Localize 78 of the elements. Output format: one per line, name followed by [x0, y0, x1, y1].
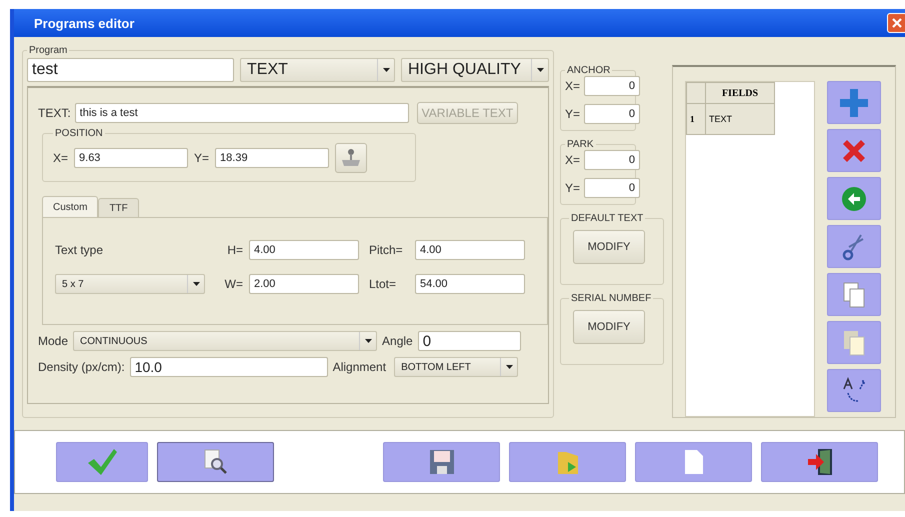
x-label: X=	[53, 151, 68, 165]
group-label: POSITION	[54, 128, 104, 139]
copy-icon	[842, 280, 866, 308]
angle-field[interactable]: 0	[418, 331, 521, 351]
quality-dropdown[interactable]: HIGH QUALITY	[401, 58, 549, 82]
table-cell[interactable]: TEXT	[706, 104, 774, 134]
magnifier-icon	[202, 448, 228, 476]
w-field[interactable]: 2.00	[249, 274, 359, 294]
y-field[interactable]: 18.39	[215, 148, 330, 168]
open-button[interactable]	[509, 442, 626, 482]
pitch-label: Pitch=	[369, 243, 404, 257]
floppy-icon	[428, 448, 456, 476]
back-button[interactable]	[827, 177, 881, 220]
density-field[interactable]: 10.0	[130, 357, 328, 377]
row-number: 1	[686, 104, 706, 134]
x-label: X=	[565, 153, 580, 167]
window-title: Programs editor	[34, 16, 134, 30]
y-label: Y=	[565, 181, 580, 195]
tab[interactable]: Custom	[42, 196, 98, 217]
paste-icon	[842, 328, 866, 356]
joystick-button[interactable]	[335, 143, 368, 173]
text-type-label: Text type	[55, 243, 104, 257]
group-label: PARK	[566, 139, 594, 150]
cut-button[interactable]	[827, 225, 881, 268]
group-label: DEFAULT TEXT	[570, 213, 644, 224]
exit-door-icon	[806, 447, 834, 477]
caret-icon	[536, 68, 544, 72]
group-label: Program	[28, 45, 68, 56]
caret-icon	[364, 339, 372, 343]
save-button[interactable]	[383, 442, 500, 482]
column-header: FIELDS	[706, 82, 774, 104]
x-field[interactable]: 0	[584, 150, 640, 170]
delete-button[interactable]	[827, 129, 881, 172]
caret-icon	[192, 282, 200, 286]
mode-label: Mode	[38, 334, 68, 348]
caret-icon	[382, 68, 390, 72]
x-field[interactable]: 9.63	[74, 148, 188, 168]
modify-button[interactable]: MODIFY	[573, 310, 645, 344]
new-button[interactable]	[635, 442, 752, 482]
preview-button[interactable]	[157, 442, 274, 482]
text-type-dropdown[interactable]: 5 x 7	[55, 274, 205, 294]
mode-dropdown[interactable]: CONTINUOUS	[73, 331, 378, 351]
type-dropdown[interactable]: TEXT	[240, 58, 395, 82]
x-label: X=	[565, 79, 580, 93]
ltot-label: Ltot=	[369, 277, 398, 291]
exit-button[interactable]	[761, 442, 878, 482]
h-label: H=	[226, 243, 243, 257]
y-label: Y=	[194, 151, 210, 165]
text-label: TEXT:	[38, 106, 71, 120]
joystick-icon	[340, 148, 362, 168]
add-button[interactable]	[827, 81, 881, 124]
tab[interactable]: TTF	[98, 198, 139, 217]
alignment-label: Alignment	[332, 360, 386, 374]
group-label: SERIAL NUMBEF	[570, 293, 652, 304]
text-field[interactable]: this is a test	[74, 103, 409, 123]
page-icon	[682, 448, 704, 476]
rename-button[interactable]	[827, 369, 881, 412]
h-field[interactable]: 4.00	[249, 240, 359, 260]
caret-icon	[506, 365, 513, 369]
w-label: W=	[224, 277, 243, 291]
copy-button[interactable]	[827, 273, 881, 316]
program-name-field[interactable]: test	[27, 58, 234, 82]
plus-icon	[838, 86, 870, 118]
pitch-field[interactable]: 4.00	[415, 240, 525, 260]
angle-label: Angle	[382, 334, 413, 348]
close-button[interactable]	[887, 13, 905, 33]
y-field[interactable]: 0	[584, 104, 640, 124]
modify-button[interactable]: MODIFY	[573, 230, 645, 264]
y-field[interactable]: 0	[584, 178, 640, 198]
group-label: ANCHOR	[566, 65, 612, 76]
close-icon	[891, 17, 903, 29]
table-corner	[686, 82, 706, 104]
density-label: Density (px/cm):	[38, 360, 125, 374]
x-field[interactable]: 0	[584, 76, 640, 96]
y-label: Y=	[565, 107, 580, 121]
alignment-dropdown[interactable]: BOTTOM LEFT	[394, 357, 518, 377]
paste-button[interactable]	[827, 321, 881, 364]
ltot-field[interactable]: 54.00	[415, 274, 525, 294]
